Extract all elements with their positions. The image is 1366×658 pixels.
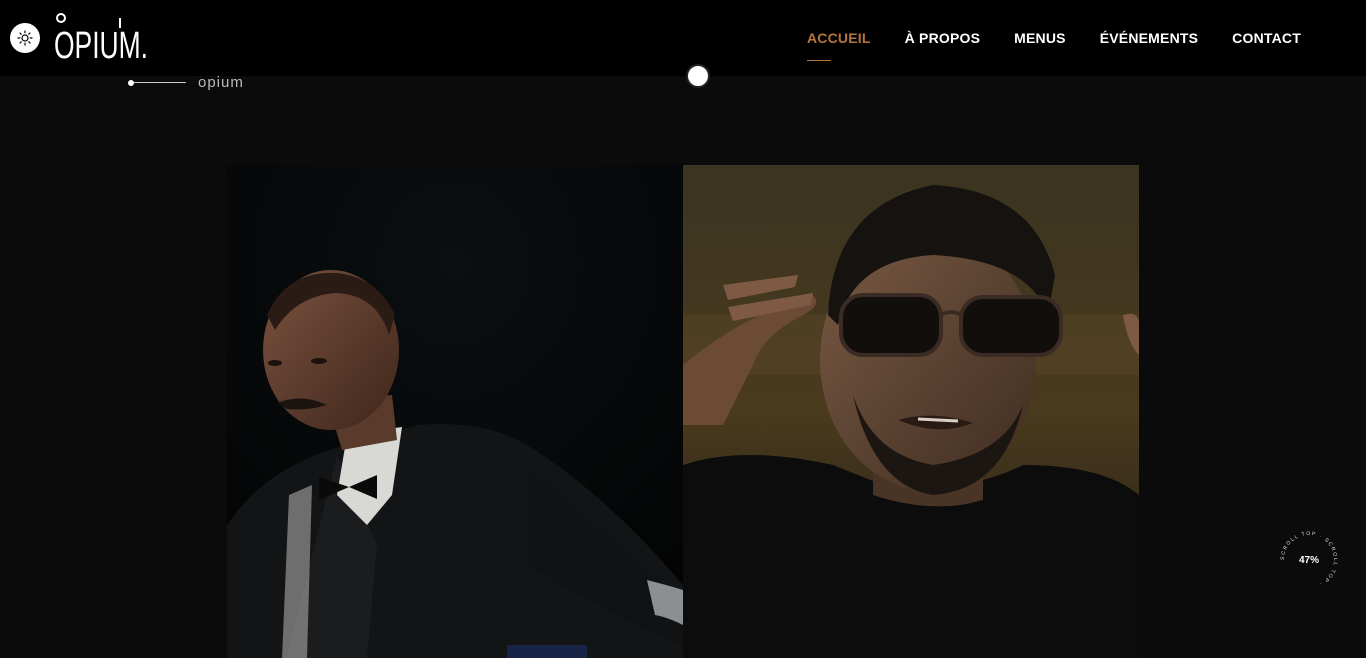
svg-text:OPIUM.: OPIUM. bbox=[54, 25, 148, 64]
indicator-dot bbox=[128, 80, 134, 86]
main-nav: ACCUEIL À PROPOS MENUS ÉVÉNEMENTS CONTAC… bbox=[790, 0, 1318, 76]
cursor-dot bbox=[686, 64, 710, 88]
site-header: OPIUM. ACCUEIL À PROPOS MENUS ÉVÉNEMENTS… bbox=[0, 0, 1366, 76]
nav-item-menus[interactable]: MENUS bbox=[1014, 30, 1066, 46]
opium-logo: OPIUM. bbox=[54, 13, 148, 64]
scroll-top-button[interactable]: SCROLL TOP · SCROLL TOP · 47% bbox=[1276, 527, 1342, 593]
section-indicator-line bbox=[128, 80, 186, 86]
artist-photo-right bbox=[683, 165, 1139, 658]
indicator-bar bbox=[134, 82, 186, 83]
nav-item-a-propos[interactable]: À PROPOS bbox=[905, 30, 981, 46]
page: OPIUM. ACCUEIL À PROPOS MENUS ÉVÉNEMENTS… bbox=[0, 0, 1366, 658]
site-logo[interactable]: OPIUM. bbox=[54, 12, 154, 64]
nav-item-accueil[interactable]: ACCUEIL bbox=[807, 30, 871, 61]
nav-item-contact[interactable]: CONTACT bbox=[1232, 30, 1301, 46]
sun-icon bbox=[17, 30, 33, 46]
theme-toggle-button[interactable] bbox=[10, 23, 40, 53]
nav-item-evenements[interactable]: ÉVÉNEMENTS bbox=[1100, 30, 1198, 46]
scroll-progress-percent: 47% bbox=[1298, 554, 1319, 566]
artist-photo-left bbox=[227, 165, 683, 658]
section-label: opium bbox=[198, 74, 244, 91]
